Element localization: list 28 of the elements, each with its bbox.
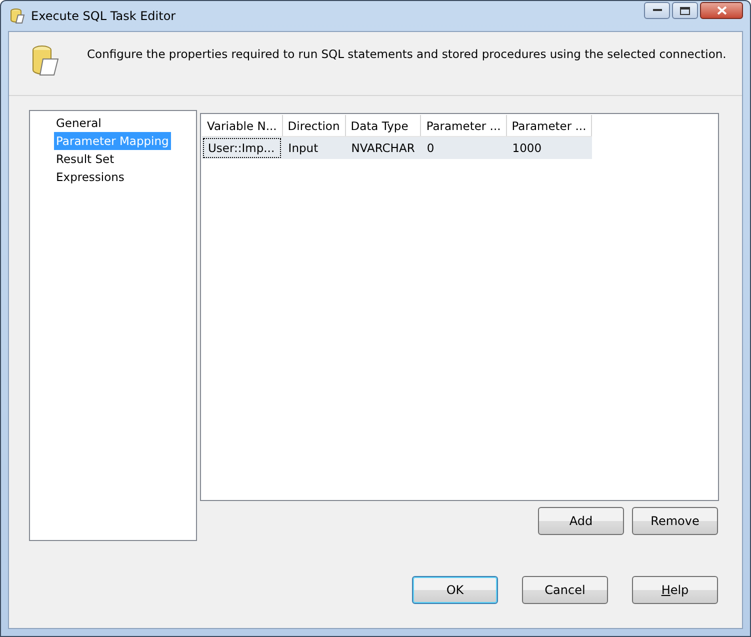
column-header[interactable]: Variable N... bbox=[202, 115, 282, 136]
column-header[interactable]: Direction bbox=[282, 115, 346, 136]
column-header[interactable]: Parameter ... bbox=[506, 115, 592, 136]
dialog-button[interactable]: Help bbox=[632, 576, 718, 604]
table-cell[interactable]: NVARCHAR bbox=[345, 136, 421, 159]
task-icon bbox=[31, 45, 61, 77]
table-cell[interactable]: User::Imp... bbox=[202, 136, 282, 159]
grid-button[interactable]: Add bbox=[538, 507, 624, 535]
minimize-icon bbox=[652, 9, 662, 12]
page-item[interactable]: Result Set bbox=[54, 150, 116, 168]
description-text: Configure the properties required to run SQL statements and stored procedures using the selected connection. bbox=[87, 47, 726, 61]
page-item[interactable]: General bbox=[54, 114, 104, 132]
close-button[interactable] bbox=[700, 2, 743, 19]
window-title: Execute SQL Task Editor bbox=[31, 9, 177, 23]
maximize-button[interactable] bbox=[672, 2, 698, 19]
close-icon bbox=[716, 6, 726, 15]
table-cell[interactable]: 0 bbox=[420, 136, 506, 159]
task-icon bbox=[10, 8, 26, 24]
dialog-button[interactable]: Cancel bbox=[522, 576, 608, 604]
maximize-icon bbox=[680, 6, 690, 14]
table-cell[interactable]: 1000 bbox=[506, 136, 592, 159]
minimize-button[interactable] bbox=[644, 2, 670, 19]
table-cell[interactable]: Input bbox=[282, 136, 346, 159]
grid-button[interactable]: Remove bbox=[632, 507, 718, 535]
dialog-button[interactable]: OK bbox=[412, 576, 498, 604]
column-header[interactable]: Data Type bbox=[345, 115, 421, 136]
column-header[interactable]: Parameter ... bbox=[420, 115, 506, 136]
page-item[interactable]: Expressions bbox=[54, 168, 126, 186]
